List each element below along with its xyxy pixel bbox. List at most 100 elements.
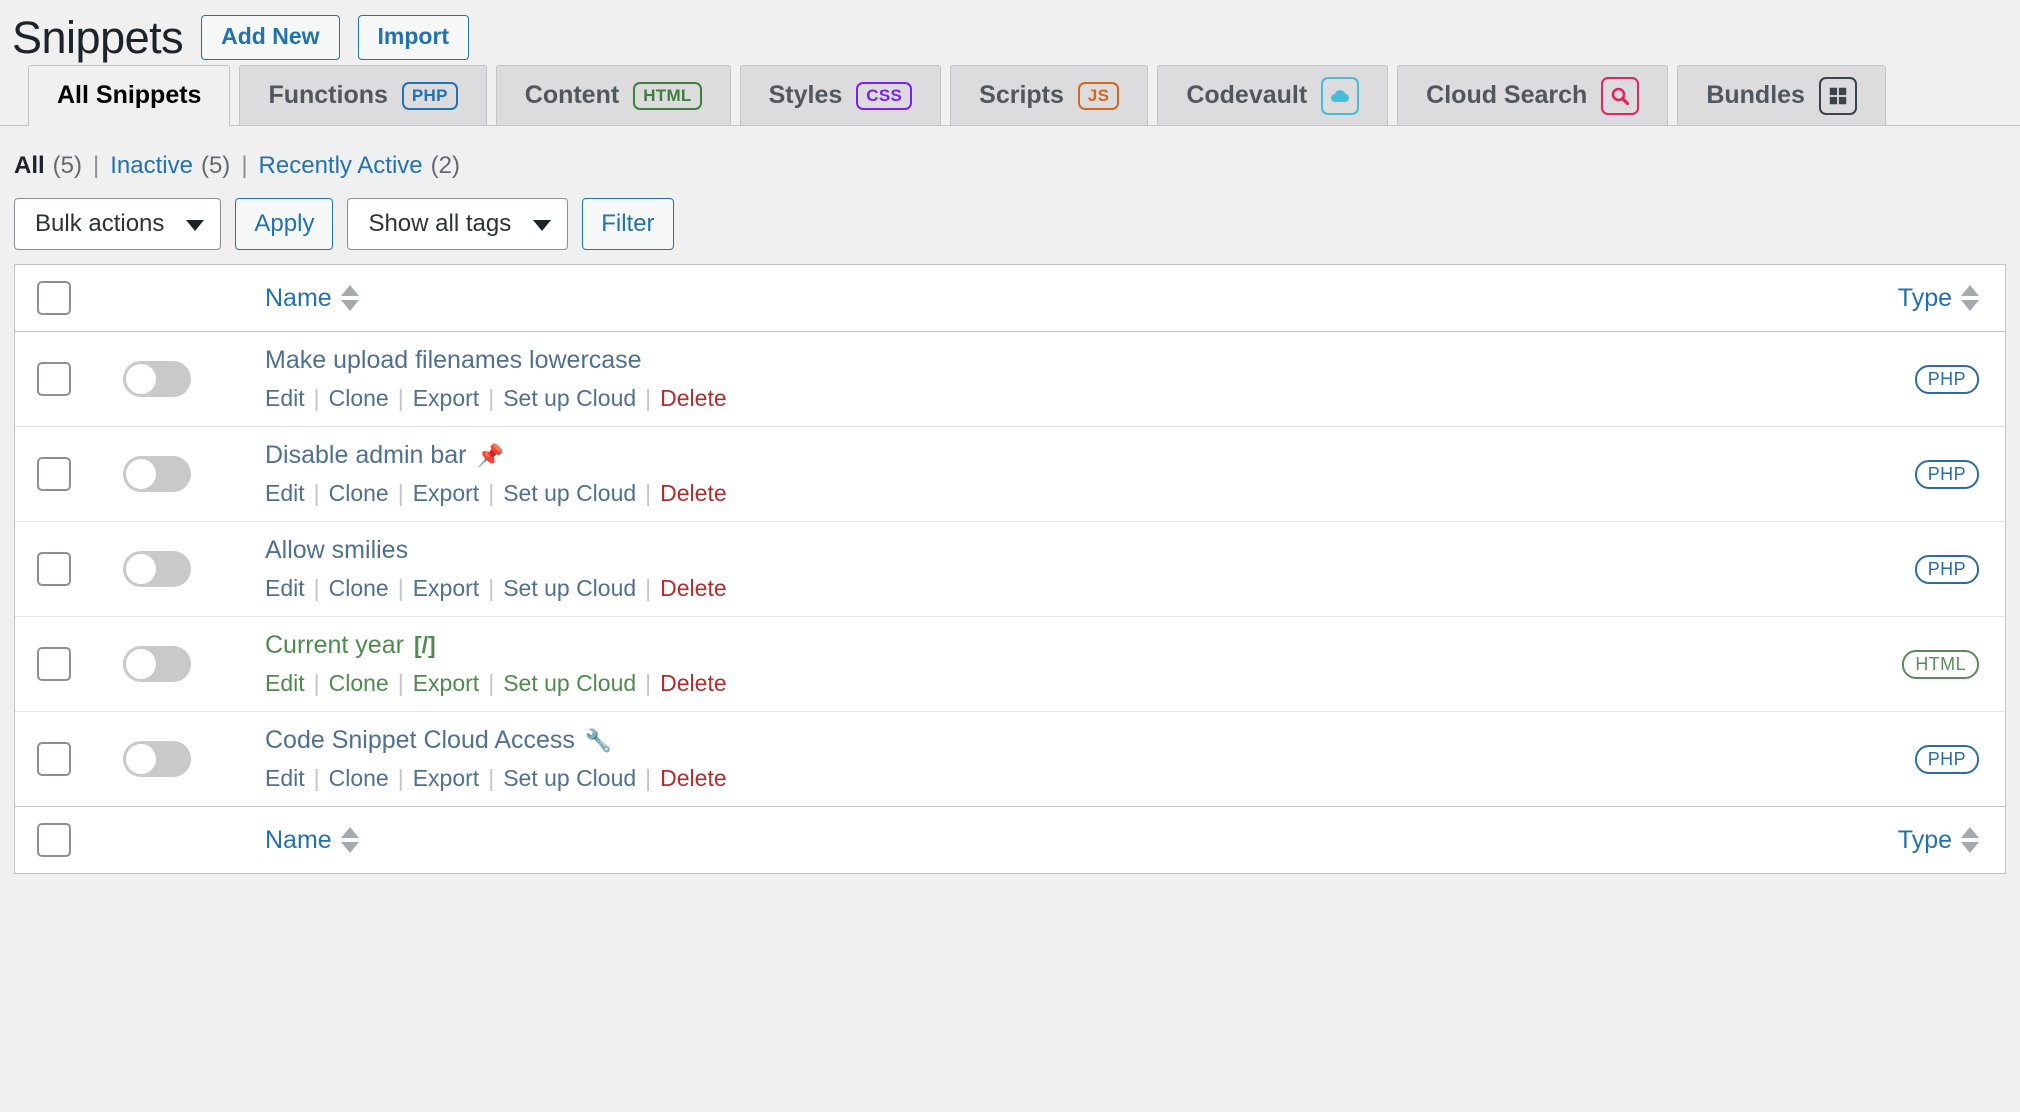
row-actions: Edit | Clone | Export | Set up Cloud | Delete (265, 670, 1815, 697)
row-action-edit[interactable]: Edit (265, 480, 305, 506)
row-action-export[interactable]: Export (413, 765, 479, 791)
action-separator: | (488, 575, 495, 601)
row-action-delete[interactable]: Delete (660, 385, 726, 411)
search-icon (1601, 76, 1640, 115)
tab-styles[interactable]: Styles CSS (739, 65, 942, 125)
toggle-knob (126, 364, 156, 394)
page-title: Snippets (12, 11, 184, 63)
row-action-edit[interactable]: Edit (265, 670, 305, 696)
row-action-clone[interactable]: Clone (329, 575, 389, 601)
apply-button[interactable]: Apply (235, 198, 334, 250)
snippet-name-link[interactable]: Make upload filenames lowercase (265, 346, 642, 375)
sort-by-type-footer[interactable]: Type (1898, 826, 1979, 855)
row-checkbox[interactable] (37, 552, 71, 586)
name-footer-label: Name (265, 825, 332, 854)
snippet-name-link[interactable]: Allow smilies (265, 536, 408, 565)
cloud-icon (1321, 76, 1360, 115)
row-checkbox[interactable] (37, 742, 71, 776)
row-action-set-up-cloud[interactable]: Set up Cloud (503, 480, 636, 506)
row-action-edit[interactable]: Edit (265, 575, 305, 601)
row-action-delete[interactable]: Delete (660, 575, 726, 601)
tab-bundles[interactable]: Bundles (1677, 65, 1886, 125)
tab-scripts[interactable]: Scripts JS (950, 65, 1149, 125)
action-separator: | (488, 385, 495, 411)
row-activate-cell (91, 522, 261, 617)
sort-arrows-icon (340, 285, 359, 311)
row-action-delete[interactable]: Delete (660, 480, 726, 506)
row-action-set-up-cloud[interactable]: Set up Cloud (503, 670, 636, 696)
action-separator: | (645, 575, 652, 601)
table-header-row: Name Type (15, 265, 2005, 332)
row-action-edit[interactable]: Edit (265, 385, 305, 411)
row-select-cell (15, 712, 91, 807)
snippet-name-link[interactable]: Code Snippet Cloud Access 🔧 (265, 726, 612, 755)
activate-toggle[interactable] (123, 741, 191, 777)
activate-toggle[interactable] (123, 361, 191, 397)
import-button[interactable]: Import (357, 14, 470, 60)
name-column-footer: Name (261, 806, 1815, 873)
sort-by-type[interactable]: Type (1898, 284, 1979, 313)
table-body: Make upload filenames lowercase Edit | Clon… (15, 332, 2005, 807)
tab-content[interactable]: Content HTML (495, 65, 731, 125)
filter-button[interactable]: Filter (582, 198, 674, 250)
tag-filter-select[interactable]: Show all tags (347, 198, 569, 250)
add-new-button[interactable]: Add New (201, 14, 340, 60)
row-action-set-up-cloud[interactable]: Set up Cloud (503, 575, 636, 601)
select-all-checkbox-footer[interactable] (37, 823, 71, 857)
sort-arrows-icon (1961, 827, 1979, 853)
type-footer-label: Type (1897, 825, 1952, 854)
row-action-clone[interactable]: Clone (329, 765, 389, 791)
action-separator: | (313, 480, 320, 506)
row-action-export[interactable]: Export (413, 670, 479, 696)
row-type-cell: PHP (1815, 522, 2005, 617)
activate-toggle[interactable] (123, 456, 191, 492)
row-action-export[interactable]: Export (413, 480, 479, 506)
row-action-delete[interactable]: Delete (660, 670, 726, 696)
tab-functions[interactable]: Functions PHP (239, 65, 487, 125)
row-actions: Edit | Clone | Export | Set up Cloud | Delete (265, 480, 1815, 507)
type-badge: PHP (1914, 364, 1979, 394)
row-action-export[interactable]: Export (413, 385, 479, 411)
action-separator: | (645, 670, 652, 696)
tab-cloud-search[interactable]: Cloud Search (1397, 65, 1669, 125)
row-checkbox[interactable] (37, 362, 71, 396)
activate-toggle[interactable] (123, 646, 191, 682)
activate-toggle[interactable] (123, 551, 191, 587)
row-action-edit[interactable]: Edit (265, 765, 305, 791)
tab-all-snippets[interactable]: All Snippets (28, 65, 231, 126)
sort-by-name[interactable]: Name (265, 284, 359, 313)
sort-by-name-footer[interactable]: Name (265, 826, 359, 855)
toggle-knob (126, 744, 156, 774)
filter-count: (2) (430, 152, 460, 179)
row-action-delete[interactable]: Delete (660, 765, 726, 791)
row-action-clone[interactable]: Clone (329, 385, 389, 411)
row-action-set-up-cloud[interactable]: Set up Cloud (503, 385, 636, 411)
row-actions: Edit | Clone | Export | Set up Cloud | Delete (265, 385, 1815, 412)
filter-link-all[interactable]: All (14, 152, 45, 180)
tab-label: Codevault (1186, 81, 1308, 109)
snippet-name-link[interactable]: Current year [/] (265, 631, 436, 660)
filter-link-recently-active[interactable]: Recently Active (259, 152, 423, 180)
select-all-checkbox[interactable] (37, 281, 71, 315)
row-checkbox[interactable] (37, 457, 71, 491)
action-separator: | (645, 385, 652, 411)
action-separator: | (645, 765, 652, 791)
row-action-clone[interactable]: Clone (329, 480, 389, 506)
row-action-export[interactable]: Export (413, 575, 479, 601)
select-all-header (15, 265, 91, 332)
action-separator: | (313, 575, 320, 601)
action-separator: | (488, 480, 495, 506)
snippet-name-icon: 🔧 (584, 727, 613, 753)
row-action-set-up-cloud[interactable]: Set up Cloud (503, 765, 636, 791)
tab-badge-css: CSS (856, 81, 913, 110)
type-badge: HTML (1902, 649, 1979, 679)
bulk-actions-select[interactable]: Bulk actions (14, 198, 222, 250)
filter-link-inactive[interactable]: Inactive (110, 152, 193, 180)
row-checkbox[interactable] (37, 647, 71, 681)
row-action-clone[interactable]: Clone (329, 670, 389, 696)
tab-badge-php: PHP (401, 81, 458, 110)
snippet-name-link[interactable]: Disable admin bar 📌 (265, 441, 504, 470)
tab-codevault[interactable]: Codevault (1157, 65, 1389, 125)
row-type-cell: PHP (1815, 712, 2005, 807)
snippet-name-icon: 📌 (476, 442, 504, 468)
